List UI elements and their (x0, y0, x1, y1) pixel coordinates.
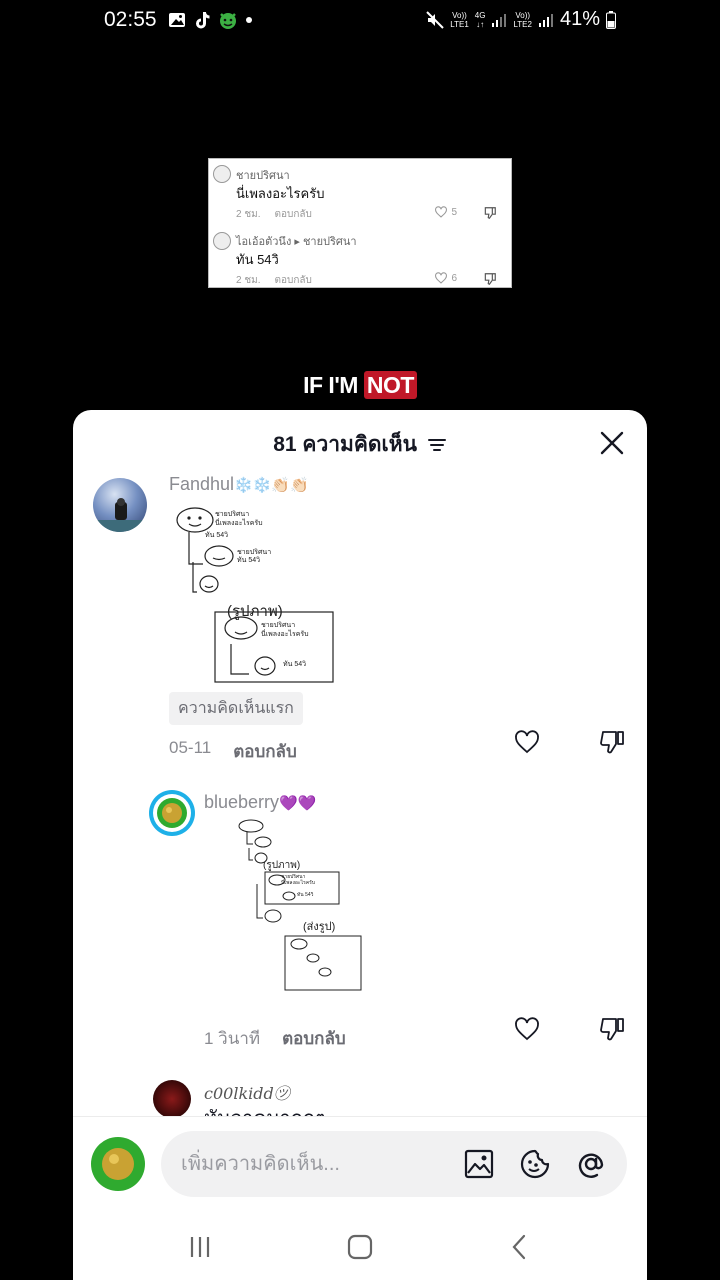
svg-text:(รูปภาพ): (รูปภาพ) (263, 860, 300, 871)
reply-button[interactable]: ตอบกลับ (282, 1025, 346, 1052)
reply-comment-item: blueberry💜💜 ชายปริศนา นี่เพลงอะไรครับ ทั… (73, 770, 647, 1070)
status-time: 02:55 (104, 8, 157, 31)
heart-icon: 5 (434, 206, 457, 218)
mention-icon[interactable] (575, 1148, 607, 1180)
video-card-meta: 2 ชม. ตอบกลับ (236, 209, 312, 220)
avatar (213, 165, 231, 183)
svg-text:นี่เพลงอะไรครับ: นี่เพลงอะไรครับ (215, 518, 263, 527)
gallery-icon (169, 13, 185, 27)
image-icon[interactable] (463, 1148, 495, 1180)
tiktok-icon (196, 12, 210, 29)
comment-time: 1 วินาที (204, 1029, 261, 1048)
video-card-text: ทัน 54วิ (236, 252, 279, 267)
svg-text:ชายปริศนา: ชายปริศนา (215, 510, 249, 518)
battery-icon (606, 10, 616, 29)
signal-1-icon (492, 13, 507, 27)
comment-username[interactable]: c00lkidd㋡ (204, 1080, 290, 1104)
caption-highlight: NOT (363, 371, 417, 399)
svg-text:ชายปริศนา: ชายปริศนา (281, 873, 306, 880)
system-navigation-bar (73, 1218, 647, 1274)
svg-text:นี่เพลงอะไรครับ: นี่เพลงอะไรครับ (281, 879, 315, 886)
comment-sketch-image[interactable]: ชายปริศนา นี่เพลงอะไรครับ ทัน 54วิ (รูปภ… (233, 818, 383, 1008)
comment-input[interactable] (181, 1149, 451, 1179)
network-type: 4G ↓↑ (474, 10, 486, 29)
recent-apps-icon[interactable] (185, 1232, 215, 1262)
sim2-label: Vo)) LTE2 (513, 10, 532, 29)
comment-sketch-image[interactable]: ชายปริศนา นี่เพลงอะไรครับ ทัน 54วิ ชายปร… (169, 498, 345, 688)
heart-icon[interactable] (513, 1015, 541, 1043)
avatar[interactable] (93, 478, 147, 532)
my-avatar[interactable] (91, 1137, 145, 1191)
svg-text:ทัน 54วิ: ทัน 54วิ (283, 660, 306, 668)
reply-button[interactable]: ตอบกลับ (233, 738, 297, 765)
avatar-image (93, 498, 147, 532)
devil-emoji-icon (220, 13, 236, 29)
svg-text:(รูปภาพ): (รูปภาพ) (227, 603, 283, 620)
dislike-icon (484, 207, 496, 219)
video-card-comment-2: ไอเอ้อตัวนึง ▸ ชายปริศนา ทัน 54วิ 2 ชม. ต… (209, 224, 511, 289)
comment-input-container (161, 1131, 627, 1197)
dislike-icon[interactable] (599, 1015, 627, 1043)
avatar[interactable] (149, 790, 195, 836)
back-icon[interactable] (505, 1232, 535, 1262)
video-caption: IF I'M NOT (0, 371, 720, 399)
video-card-username: ชายปริศนา (236, 170, 290, 182)
notification-icons (168, 10, 252, 30)
reply-comment-item: c00lkidd㋡ หันวาดมากกๆ (73, 1076, 647, 1116)
svg-text:(ส่งรูป): (ส่งรูป) (303, 921, 335, 933)
comments-sheet: 81 ความคิดเห็น Fandhul❄️❄️👏🏻👏🏻 ชายปริศนา… (73, 410, 647, 1280)
mute-icon (426, 10, 444, 29)
video-card-text: นี่เพลงอะไรครับ (236, 186, 325, 201)
comment-text: หันวาดมากกๆ (204, 1102, 326, 1116)
svg-text:ทัน 54วิ: ทัน 54วิ (297, 891, 314, 898)
system-icons: Vo)) LTE1 4G ↓↑ Vo)) LTE2 41% (426, 8, 616, 31)
battery-percent: 41% (559, 8, 600, 30)
comment-meta: 05-11 ตอบกลับ (169, 738, 297, 765)
signal-2-icon (538, 13, 553, 27)
comment-item: Fandhul❄️❄️👏🏻👏🏻 ชายปริศนา นี่เพลงอะไรครั… (73, 410, 647, 770)
comment-time: 05-11 (169, 738, 212, 757)
more-notifications-dot (246, 17, 252, 23)
heart-icon: 6 (434, 272, 457, 284)
video-card-meta: 2 ชม. ตอบกลับ (236, 275, 312, 286)
video-card-username: ไอเอ้อตัวนึง ▸ ชายปริศนา (236, 236, 357, 248)
emoji-sticker-icon[interactable] (519, 1148, 551, 1180)
video-comment-screenshot[interactable]: ชายปริศนา นี่เพลงอะไรครับ 2 ชม. ตอบกลับ 5… (208, 158, 512, 288)
svg-text:นี่เพลงอะไรครับ: นี่เพลงอะไรครับ (261, 629, 309, 638)
avatar (213, 232, 231, 250)
sim1-label: Vo)) LTE1 (450, 10, 469, 29)
video-card-comment-1: ชายปริศนา นี่เพลงอะไรครับ 2 ชม. ตอบกลับ 5 (209, 159, 511, 224)
svg-text:ทัน 54วิ: ทัน 54วิ (237, 556, 260, 564)
dislike-icon[interactable] (599, 728, 627, 756)
svg-text:ชายปริศนา: ชายปริศนา (261, 621, 295, 629)
avatar-image (102, 1148, 134, 1180)
svg-text:ทัน 54วิ: ทัน 54วิ (205, 531, 228, 539)
heart-icon[interactable] (513, 728, 541, 756)
comment-username[interactable]: blueberry💜💜 (204, 792, 316, 813)
comment-meta: 1 วินาที ตอบกลับ (204, 1025, 346, 1052)
home-icon[interactable] (345, 1232, 375, 1262)
dislike-icon (484, 273, 496, 285)
status-bar: 02:55 Vo)) LTE1 4G ↓↑ Vo)) LTE2 41% (0, 0, 720, 40)
first-comment-badge: ความคิดเห็นแรก (169, 692, 303, 725)
avatar-image (153, 794, 191, 832)
avatar[interactable] (153, 1080, 191, 1116)
comment-username[interactable]: Fandhul❄️❄️👏🏻👏🏻 (169, 474, 309, 495)
svg-text:ชายปริศนา: ชายปริศนา (237, 548, 271, 556)
